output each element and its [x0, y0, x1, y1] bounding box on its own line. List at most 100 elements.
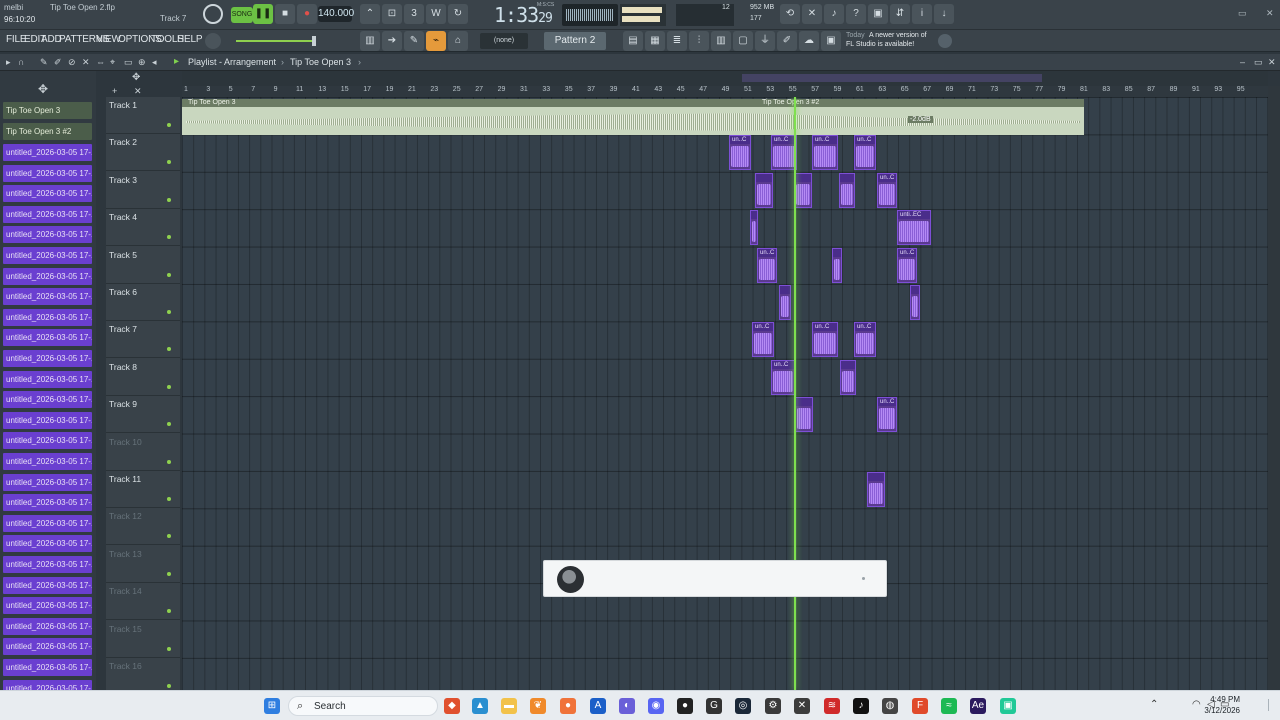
add-track-icon[interactable]: + [112, 86, 117, 96]
news-text-1[interactable]: A newer version of [869, 32, 927, 39]
select-tool-icon[interactable]: ▭ [124, 57, 133, 68]
track-active-icon[interactable] [167, 235, 171, 240]
system-clock[interactable]: 4:49 PM 3/12/2026 [1204, 694, 1240, 716]
wifi-icon[interactable]: ◠ [1192, 699, 1201, 710]
download-icon[interactable]: ↓ [934, 4, 954, 24]
loop-record-icon[interactable]: ↻ [448, 4, 468, 24]
magnet-icon[interactable]: ∩ [18, 57, 24, 67]
tiktok-icon[interactable]: ♪ [853, 698, 869, 714]
picker-clip-item[interactable]: untitled_2026-03-05 17-... [3, 164, 92, 182]
picker-clip-item[interactable]: untitled_2026-03-05 17-... [3, 267, 92, 285]
track-active-icon[interactable] [167, 384, 171, 389]
app-green-icon[interactable]: ▣ [1000, 698, 1016, 714]
breadcrumb-arrow-icon[interactable]: › [358, 57, 361, 67]
audio-clip[interactable] [755, 172, 773, 208]
audio-clip[interactable] [867, 472, 885, 507]
playlist-icon[interactable]: ▤ [623, 31, 643, 51]
track-active-icon[interactable] [167, 571, 171, 576]
picker-clip-item[interactable]: untitled_2026-03-05 17-... [3, 391, 92, 409]
picker-clip-item[interactable]: untitled_2026-03-05 17-... [3, 226, 92, 244]
file-explorer-icon[interactable]: ▬ [501, 698, 517, 714]
spotify-icon[interactable]: ≈ [941, 698, 957, 714]
song-mode-button[interactable]: SONG [231, 7, 253, 23]
tempo-display[interactable]: 140.000 [318, 6, 354, 22]
picker-clip-item[interactable]: untitled_2026-03-05 17-... [3, 617, 92, 635]
stamp-icon[interactable]: ⌂ [448, 31, 468, 51]
track-active-icon[interactable] [167, 197, 171, 202]
piano-icon[interactable]: ≣ [667, 31, 687, 51]
slice-tool-icon[interactable]: ⌖ [110, 57, 115, 68]
cloud-icon[interactable]: ☁ [799, 31, 819, 51]
picker-clip-item[interactable]: untitled_2026-03-05 17-... [3, 144, 92, 161]
mute-tool-icon[interactable]: ✕ [82, 57, 90, 68]
picker-clip-item[interactable]: untitled_2026-03-05 17-... [3, 473, 92, 491]
copilot-icon[interactable]: ◐ [619, 698, 635, 714]
help-icon[interactable]: ? [846, 4, 866, 24]
audio-clip[interactable]: un..C [752, 322, 774, 358]
audio-clip[interactable]: un..C [812, 322, 838, 358]
track-header[interactable]: Track 10 [106, 434, 180, 471]
track-header[interactable]: Track 8 [106, 359, 180, 396]
audio-clip[interactable]: un..C [897, 247, 917, 283]
track-active-icon[interactable] [167, 497, 171, 501]
close-icon[interactable]: ✕ [1266, 8, 1274, 19]
metronome-icon[interactable]: ⌃ [360, 4, 380, 24]
settings-icon[interactable]: ⚙ [765, 698, 781, 714]
obs-icon[interactable]: ◍ [882, 698, 898, 714]
news-icon[interactable] [938, 34, 952, 48]
playhead[interactable] [794, 97, 796, 691]
record-icon[interactable]: ● [297, 4, 317, 24]
picker-clip-item[interactable]: untitled_2026-03-05 17-... [3, 514, 92, 532]
picker-clip-item[interactable]: untitled_2026-03-05 17-... [3, 411, 92, 429]
audio-clip[interactable]: un..C [877, 397, 897, 433]
picker-clip-item[interactable]: untitled_2026-03-05 17-... [3, 370, 92, 388]
track-header[interactable]: Track 14 [106, 583, 180, 621]
slider-handle[interactable] [312, 36, 316, 46]
arrangement-grid[interactable]: Tip Toe Open 3 Tip Toe Open 3 #2 -2.0dB … [182, 97, 1268, 691]
audio-clip[interactable] [795, 397, 813, 433]
github-icon[interactable]: ● [677, 698, 693, 714]
track-header[interactable]: Track 12 [106, 508, 180, 546]
track-header[interactable]: Track 7 [106, 321, 180, 359]
pause-icon[interactable]: ❚❚ [253, 4, 273, 24]
wait-icon[interactable]: ⊡ [382, 4, 402, 24]
audio-clip[interactable]: unti..EC [897, 210, 931, 246]
brush-icon[interactable]: ✐ [777, 31, 797, 51]
track-active-icon[interactable] [167, 272, 171, 277]
browser-icon[interactable]: ▥ [711, 31, 731, 51]
picker-clip-item[interactable]: untitled_2026-03-05 17-... [3, 185, 92, 203]
track-header[interactable]: Track 15 [106, 621, 180, 658]
audio-clip[interactable]: un..C [854, 322, 876, 358]
steam-icon[interactable]: ◎ [735, 698, 751, 714]
picker-clip-item[interactable]: untitled_2026-03-05 17-... [3, 288, 92, 306]
news-text-2[interactable]: FL Studio is available! [846, 41, 914, 48]
blend-notes-icon[interactable]: W [426, 4, 446, 24]
picker-clip-item[interactable]: untitled_2026-03-05 17-... [3, 535, 92, 553]
playlist-minimize-icon[interactable]: – [1240, 57, 1245, 67]
show-desktop-button[interactable] [1268, 699, 1276, 711]
microphone-icon[interactable]: ♪ [824, 4, 844, 24]
picker-clip-item[interactable]: untitled_2026-03-05 17-... [3, 576, 92, 594]
info-icon[interactable]: i [912, 4, 932, 24]
track-active-icon[interactable] [167, 459, 171, 464]
g-hub-icon[interactable]: G [706, 698, 722, 714]
picker-clip-item[interactable]: untitled_2026-03-05 17-... [3, 659, 92, 676]
draw-tool-icon[interactable]: ✎ [40, 57, 48, 68]
audio-clip[interactable]: un..C [771, 359, 795, 395]
breadcrumb-arrangement[interactable]: Tip Toe Open 3 [290, 57, 351, 67]
audio-clip[interactable]: un..C [877, 172, 897, 208]
paint-tool-icon[interactable]: ✐ [54, 57, 62, 68]
menu-arrow-icon[interactable]: ▸ [6, 57, 11, 68]
track-active-icon[interactable] [167, 123, 171, 127]
f-app-icon[interactable]: F [912, 698, 928, 714]
picker-audio-item[interactable]: Tip Toe Open 3 #2 [3, 123, 92, 140]
piano-roll-icon[interactable]: ▥ [360, 31, 380, 51]
countdown-icon[interactable]: 3 [404, 4, 424, 24]
audio-clip[interactable]: un..C [757, 247, 777, 283]
refresh-icon[interactable]: ⟲ [780, 4, 800, 24]
audio-clip[interactable] [779, 285, 791, 320]
audio-clip[interactable] [832, 247, 842, 283]
track-header[interactable]: Track 9 [106, 396, 180, 434]
track-header[interactable]: Track 4 [106, 209, 180, 247]
track-active-icon[interactable] [167, 160, 171, 165]
